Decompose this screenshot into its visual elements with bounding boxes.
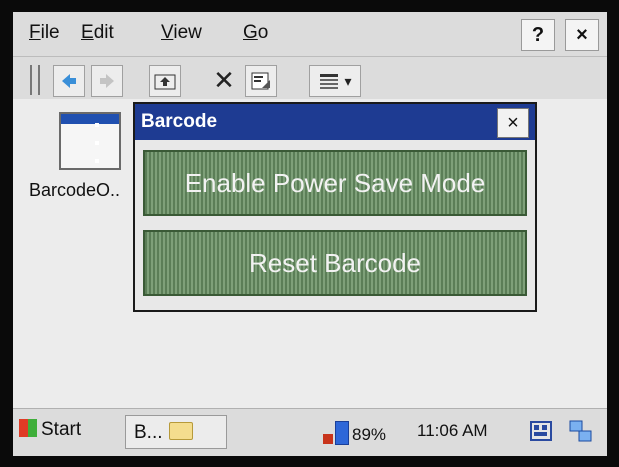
menu-view-accel: V <box>161 22 174 43</box>
properties-icon <box>251 72 270 90</box>
device-screen: File Edit View Go ? × ✕ ▾ BarcodeO.. Bar… <box>13 12 607 456</box>
file-label[interactable]: BarcodeO.. <box>29 180 120 201</box>
input-panel-icon[interactable] <box>529 419 553 443</box>
battery-indicator[interactable]: 89% <box>323 421 386 445</box>
barcode-dialog: Barcode × Enable Power Save Mode Reset B… <box>133 102 537 312</box>
menu-view[interactable]: View <box>161 22 202 44</box>
forward-arrow-icon <box>100 74 114 88</box>
properties-button[interactable] <box>245 65 277 97</box>
task-label: B... <box>134 422 163 443</box>
back-arrow-icon <box>62 74 76 88</box>
network-connection-icon[interactable] <box>569 419 593 443</box>
menu-edit-rest: dit <box>93 22 114 43</box>
battery-icon <box>335 421 349 445</box>
folder-up-icon <box>154 74 176 90</box>
menu-go-rest: o <box>257 22 269 43</box>
taskbar-task-button[interactable]: B... <box>125 415 227 449</box>
delete-button[interactable]: ✕ <box>209 65 239 95</box>
taskbar: Start B... 89% 11:06 AM <box>13 408 607 456</box>
toolbar-grip[interactable] <box>30 65 40 95</box>
start-button[interactable]: Start <box>19 419 81 441</box>
menu-edit-accel: E <box>81 22 94 43</box>
menu-bar: File Edit View Go ? × <box>13 12 607 57</box>
views-icon <box>320 74 339 89</box>
delete-icon: ✕ <box>213 64 235 95</box>
reset-barcode-label: Reset Barcode <box>249 247 421 278</box>
up-folder-button[interactable] <box>149 65 181 97</box>
dialog-title: Barcode <box>141 111 218 132</box>
dialog-title-bar: Barcode × <box>135 104 535 140</box>
start-label: Start <box>41 419 82 440</box>
menu-go-accel: G <box>243 22 258 43</box>
menu-edit[interactable]: Edit <box>81 22 114 44</box>
windows-flag-icon <box>19 419 37 437</box>
enable-power-save-button[interactable]: Enable Power Save Mode <box>143 150 527 216</box>
reset-barcode-button[interactable]: Reset Barcode <box>143 230 527 296</box>
window-close-button[interactable]: × <box>565 19 599 51</box>
toolbar: ✕ ▾ <box>13 57 607 99</box>
menu-file[interactable]: File <box>29 22 60 44</box>
menu-go[interactable]: Go <box>243 22 268 44</box>
menu-file-rest: ile <box>40 22 60 43</box>
application-window-icon[interactable] <box>59 112 121 170</box>
back-button[interactable] <box>53 65 85 97</box>
enable-power-save-label: Enable Power Save Mode <box>184 167 486 198</box>
chevron-down-icon: ▾ <box>344 72 352 89</box>
folder-icon <box>168 422 193 440</box>
views-button[interactable]: ▾ <box>309 65 361 97</box>
battery-percent: 89% <box>352 425 387 444</box>
forward-button[interactable] <box>91 65 123 97</box>
menu-file-accel: F <box>29 22 41 43</box>
dialog-close-button[interactable]: × <box>497 108 529 138</box>
help-button[interactable]: ? <box>521 19 555 51</box>
warning-icon <box>323 434 333 444</box>
menu-view-rest: iew <box>173 22 202 43</box>
clock[interactable]: 11:06 AM <box>417 421 488 441</box>
